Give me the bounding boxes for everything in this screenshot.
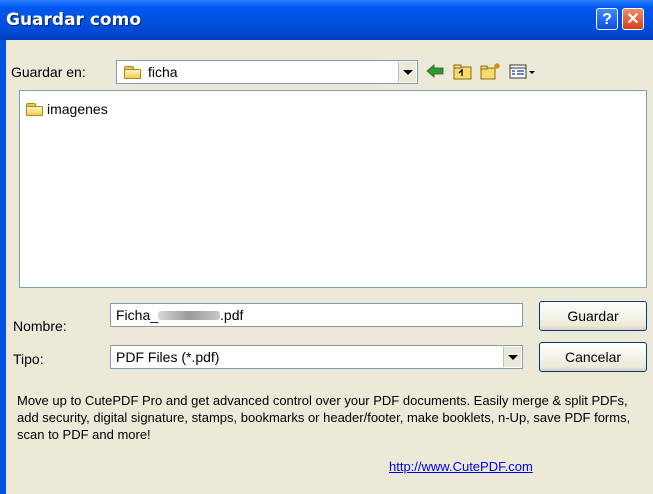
- filename-input[interactable]: Ficha_ .pdf: [110, 303, 523, 327]
- up-folder-button[interactable]: [452, 60, 474, 82]
- views-menu-button[interactable]: [508, 60, 538, 82]
- save-as-dialog: Guardar como ? ✕ Guardar en: ficha image…: [0, 0, 653, 494]
- cutepdf-link[interactable]: http://www.CutePDF.com: [389, 459, 533, 474]
- chevron-down-icon[interactable]: [398, 62, 416, 82]
- file-list[interactable]: imagenes: [19, 90, 647, 288]
- file-name: imagenes: [47, 101, 108, 117]
- cancel-button[interactable]: Cancelar: [539, 342, 647, 372]
- folder-icon: [124, 65, 142, 79]
- chevron-down-icon[interactable]: [503, 347, 521, 367]
- list-item[interactable]: imagenes: [26, 101, 108, 117]
- save-in-value: ficha: [148, 64, 178, 80]
- dialog-title: Guardar como: [6, 10, 142, 30]
- back-button[interactable]: [424, 60, 446, 82]
- redacted-text: [158, 310, 221, 320]
- filename-prefix: Ficha_: [116, 307, 159, 323]
- promo-text: Move up to CutePDF Pro and get advanced …: [17, 393, 631, 442]
- new-folder-icon: [480, 63, 500, 80]
- save-button[interactable]: Guardar: [539, 301, 647, 331]
- title-bar[interactable]: Guardar como ? ✕: [0, 0, 653, 40]
- views-menu-icon: [509, 64, 535, 79]
- save-in-dropdown[interactable]: ficha: [116, 60, 418, 84]
- folder-up-icon: [453, 64, 472, 79]
- close-button[interactable]: ✕: [622, 8, 644, 30]
- filename-label: Nombre:: [13, 318, 67, 334]
- folder-icon: [26, 102, 44, 116]
- filetype-label: Tipo:: [13, 351, 44, 367]
- filetype-value: PDF Files (*.pdf): [116, 349, 220, 365]
- filename-suffix: .pdf: [220, 307, 244, 323]
- new-folder-button[interactable]: [480, 60, 502, 82]
- arrow-left-icon: [426, 64, 444, 78]
- save-in-label: Guardar en:: [11, 64, 86, 80]
- help-button[interactable]: ?: [596, 8, 618, 30]
- filetype-dropdown[interactable]: PDF Files (*.pdf): [110, 345, 523, 369]
